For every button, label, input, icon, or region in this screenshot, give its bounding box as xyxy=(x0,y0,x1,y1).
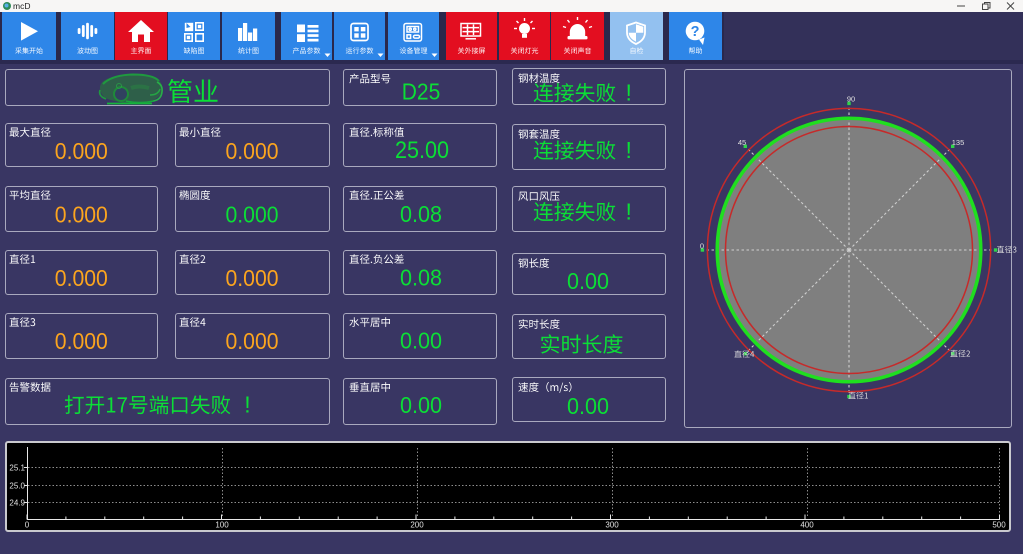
svg-text:100: 100 xyxy=(215,521,229,530)
svg-text:!: ! xyxy=(626,137,632,163)
svg-text:0.000: 0.000 xyxy=(226,202,279,228)
svg-text:0.00: 0.00 xyxy=(400,392,442,418)
svg-text:45: 45 xyxy=(738,138,746,147)
svg-text:0.00: 0.00 xyxy=(567,268,609,294)
svg-text:?: ? xyxy=(691,24,700,40)
svg-text:24.9: 24.9 xyxy=(9,499,25,508)
svg-text:25.1: 25.1 xyxy=(9,464,25,473)
svg-text:200: 200 xyxy=(410,521,424,530)
svg-text:0: 0 xyxy=(25,521,30,530)
svg-text:D25: D25 xyxy=(402,79,441,105)
svg-text:0.000: 0.000 xyxy=(55,265,108,291)
svg-text:0: 0 xyxy=(700,242,704,251)
svg-text:!: ! xyxy=(626,80,632,106)
svg-text:mcD: mcD xyxy=(13,1,30,11)
svg-text:25.00: 25.00 xyxy=(395,137,449,164)
svg-text:0.000: 0.000 xyxy=(226,138,279,164)
svg-text:500: 500 xyxy=(992,521,1006,530)
svg-text:!: ! xyxy=(626,199,632,225)
svg-text:0.000: 0.000 xyxy=(55,202,108,228)
svg-text:!: ! xyxy=(244,392,250,418)
svg-text:0.08: 0.08 xyxy=(400,265,442,291)
svg-text:0.000: 0.000 xyxy=(226,328,279,354)
svg-text:0.000: 0.000 xyxy=(55,328,108,354)
svg-text:300: 300 xyxy=(605,521,619,530)
svg-text:0.000: 0.000 xyxy=(226,265,279,291)
svg-text:0.00: 0.00 xyxy=(567,393,609,419)
svg-text:0.000: 0.000 xyxy=(55,138,108,164)
svg-text:0.08: 0.08 xyxy=(400,201,442,227)
svg-text:0.00: 0.00 xyxy=(400,328,442,354)
svg-text:90: 90 xyxy=(847,95,855,104)
svg-text:135: 135 xyxy=(952,138,965,147)
svg-text:25.0: 25.0 xyxy=(9,482,25,491)
svg-text:400: 400 xyxy=(800,521,814,530)
